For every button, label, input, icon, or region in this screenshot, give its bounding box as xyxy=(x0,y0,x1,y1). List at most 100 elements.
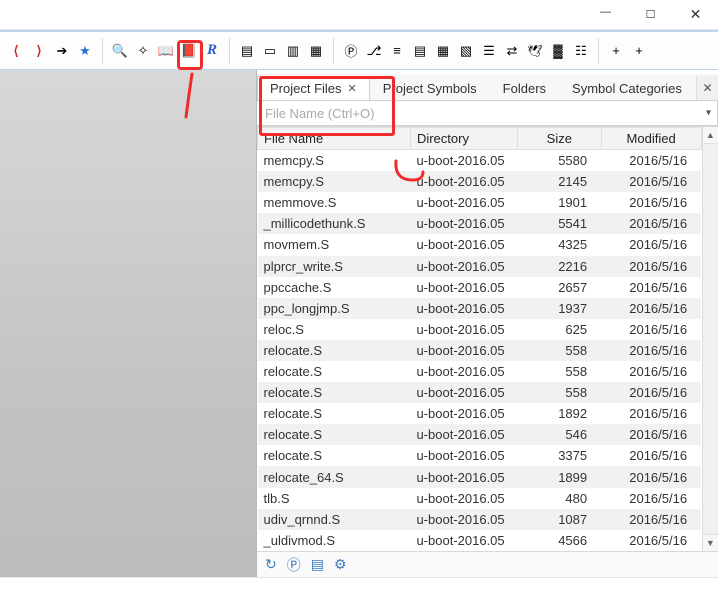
grid2-icon[interactable]: ▧ xyxy=(456,41,476,61)
r-script-icon[interactable]: R xyxy=(202,41,222,61)
list-icon[interactable]: ▤ xyxy=(410,41,430,61)
layout-split-horiz-icon[interactable]: ▤ xyxy=(237,41,257,61)
bird-icon[interactable]: 🕊 xyxy=(525,41,545,61)
tab-symbol-categories[interactable]: Symbol Categories xyxy=(559,76,695,100)
cell-directory: u-boot-2016.05 xyxy=(410,466,517,487)
table-row[interactable]: tlb.Su-boot-2016.054802016/5/16 xyxy=(258,488,702,509)
col-directory[interactable]: Directory xyxy=(410,128,517,150)
chevron-down-icon[interactable]: ▾ xyxy=(706,108,711,119)
tab-folders[interactable]: Folders xyxy=(490,76,559,100)
cell-size: 558 xyxy=(518,361,602,382)
tree-icon[interactable]: ☷ xyxy=(571,41,591,61)
col-modified[interactable]: Modified xyxy=(601,128,701,150)
cell-directory: u-boot-2016.05 xyxy=(410,171,517,192)
toolbar-separator xyxy=(333,38,334,64)
file-search-input[interactable] xyxy=(265,106,709,121)
table-row[interactable]: relocate.Su-boot-2016.0518922016/5/16 xyxy=(258,403,702,424)
cell-directory: u-boot-2016.05 xyxy=(410,361,517,382)
scroll-down-icon[interactable]: ▼ xyxy=(703,534,718,551)
toolbar-separator xyxy=(598,38,599,64)
cell-modified: 2016/5/16 xyxy=(601,361,701,382)
star-icon[interactable]: ★ xyxy=(75,41,95,61)
stack-icon[interactable]: ☰ xyxy=(479,41,499,61)
cell-directory: u-boot-2016.05 xyxy=(410,277,517,298)
layout-single-icon[interactable]: ▭ xyxy=(260,41,280,61)
table-row[interactable]: _uldivmod.Su-boot-2016.0545662016/5/16 xyxy=(258,530,702,551)
table-row[interactable]: reloc.Su-boot-2016.056252016/5/16 xyxy=(258,319,702,340)
cell-modified: 2016/5/16 xyxy=(601,424,701,445)
window-close-button[interactable] xyxy=(673,0,718,30)
table-row[interactable]: relocate.Su-boot-2016.055582016/5/16 xyxy=(258,382,702,403)
arrow-right-box-icon[interactable]: ➔ xyxy=(52,41,72,61)
brace-left-icon[interactable]: ⟨ xyxy=(6,41,26,61)
cell-size: 2216 xyxy=(518,256,602,277)
vertical-scrollbar[interactable]: ▲ ▼ xyxy=(702,127,718,551)
refresh-icon[interactable]: ↻ xyxy=(265,556,277,573)
plus2-icon[interactable]: + xyxy=(629,41,649,61)
col-size[interactable]: Size xyxy=(518,128,602,150)
p-circle-icon[interactable]: Ⓟ xyxy=(287,555,301,575)
cell-modified: 2016/5/16 xyxy=(601,319,701,340)
table-row[interactable]: ppc_longjmp.Su-boot-2016.0519372016/5/16 xyxy=(258,298,702,319)
layout-split-vert-icon[interactable]: ▥ xyxy=(283,41,303,61)
panel-tab-row: Project Files ✕ Project Symbols Folders … xyxy=(257,70,718,100)
swap-icon[interactable]: ⇄ xyxy=(502,41,522,61)
table-row[interactable]: udiv_qrnnd.Su-boot-2016.0510872016/5/16 xyxy=(258,509,702,530)
doc-icon[interactable]: ▤ xyxy=(311,556,324,573)
cell-size: 2657 xyxy=(518,277,602,298)
table-row[interactable]: relocate.Su-boot-2016.055582016/5/16 xyxy=(258,361,702,382)
table-row[interactable]: _millicodethunk.Su-boot-2016.0555412016/… xyxy=(258,213,702,234)
table-row[interactable]: ppccache.Su-boot-2016.0526572016/5/16 xyxy=(258,277,702,298)
table-row[interactable]: relocate_64.Su-boot-2016.0518992016/5/16 xyxy=(258,466,702,487)
branch-icon[interactable]: ⎇ xyxy=(364,41,384,61)
cell-size: 2145 xyxy=(518,171,602,192)
multi-icon[interactable]: ▓ xyxy=(548,41,568,61)
table-row[interactable]: memcpy.Su-boot-2016.0521452016/5/16 xyxy=(258,171,702,192)
cell-file-name: ppccache.S xyxy=(258,277,411,298)
window-maximize-button[interactable] xyxy=(628,0,673,30)
tab-project-symbols[interactable]: Project Symbols xyxy=(370,76,490,100)
brace-right-icon[interactable]: ⟩ xyxy=(29,41,49,61)
table-row[interactable]: relocate.Su-boot-2016.055582016/5/16 xyxy=(258,340,702,361)
panel-close-button[interactable]: ✕ xyxy=(696,76,718,100)
file-search-bar[interactable]: ▾ xyxy=(257,100,718,126)
cell-file-name: relocate.S xyxy=(258,382,411,403)
status-bar xyxy=(0,577,718,590)
open-book-icon[interactable]: 📖 xyxy=(156,41,176,61)
plus1-icon[interactable]: + xyxy=(606,41,626,61)
cell-directory: u-boot-2016.05 xyxy=(410,234,517,255)
cell-directory: u-boot-2016.05 xyxy=(410,192,517,213)
cell-size: 1892 xyxy=(518,403,602,424)
col-file-name[interactable]: File Name xyxy=(258,128,411,150)
flow-icon[interactable]: ≡ xyxy=(387,41,407,61)
layout-link-icon[interactable]: ▦ xyxy=(306,41,326,61)
cell-file-name: memcpy.S xyxy=(258,171,411,192)
table-row[interactable]: movmem.Su-boot-2016.0543252016/5/16 xyxy=(258,234,702,255)
table-row[interactable]: memmove.Su-boot-2016.0519012016/5/16 xyxy=(258,192,702,213)
scroll-up-icon[interactable]: ▲ xyxy=(703,127,718,144)
cell-file-name: udiv_qrnnd.S xyxy=(258,509,411,530)
table-row[interactable]: plprcr_write.Su-boot-2016.0522162016/5/1… xyxy=(258,256,702,277)
cell-size: 558 xyxy=(518,340,602,361)
main-toolbar: ⟨⟩➔★🔍✧📖📕R▤▭▥▦Ⓟ⎇≡▤▦▧☰⇄🕊▓☷++ xyxy=(0,30,718,70)
cell-directory: u-boot-2016.05 xyxy=(410,403,517,424)
window-minimize-button[interactable] xyxy=(583,0,628,30)
cell-modified: 2016/5/16 xyxy=(601,403,701,424)
p-circle-icon[interactable]: Ⓟ xyxy=(341,41,361,61)
cell-file-name: relocate.S xyxy=(258,361,411,382)
sparkle-icon[interactable]: ✧ xyxy=(133,41,153,61)
table-row[interactable]: relocate.Su-boot-2016.055462016/5/16 xyxy=(258,424,702,445)
cell-file-name: relocate.S xyxy=(258,403,411,424)
scroll-track[interactable] xyxy=(703,144,718,534)
table-row[interactable]: memcpy.Su-boot-2016.0555802016/5/16 xyxy=(258,150,702,172)
grid1-icon[interactable]: ▦ xyxy=(433,41,453,61)
book-up-icon[interactable]: 📕 xyxy=(179,41,199,61)
cell-size: 480 xyxy=(518,488,602,509)
binoculars-icon[interactable]: 🔍 xyxy=(110,41,130,61)
table-row[interactable]: relocate.Su-boot-2016.0533752016/5/16 xyxy=(258,445,702,466)
tab-project-files[interactable]: Project Files ✕ xyxy=(257,76,370,100)
close-icon[interactable]: ✕ xyxy=(348,82,357,95)
cell-directory: u-boot-2016.05 xyxy=(410,150,517,172)
gear-icon[interactable]: ⚙ xyxy=(334,556,347,573)
cell-directory: u-boot-2016.05 xyxy=(410,319,517,340)
